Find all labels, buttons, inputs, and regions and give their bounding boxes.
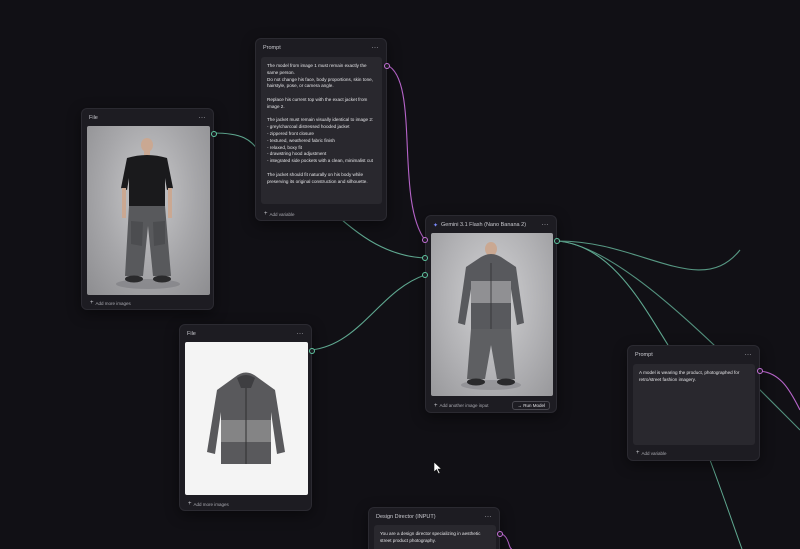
run-model-button[interactable]: → Run Model [512, 401, 550, 410]
node-title: Prompt [263, 45, 281, 51]
node-menu-icon[interactable]: ⋯ [542, 222, 550, 229]
node-header[interactable]: Prompt ⋯ [256, 39, 386, 57]
jacket-icon [207, 372, 285, 464]
prompt-node-2[interactable]: Prompt ⋯ A model is wearing the product,… [627, 345, 763, 461]
file-node-2[interactable]: File ⋯ + Add more images [179, 324, 315, 511]
add-more-images-label: Add more images [95, 300, 131, 306]
output-port[interactable] [309, 348, 315, 354]
image-input-port-2[interactable] [422, 272, 428, 278]
node-header[interactable]: ✦ Gemini 3.1 Flash (Nano Banana 2) ⋯ [426, 216, 556, 234]
wire-gemini-to-right [556, 240, 741, 271]
node-menu-icon[interactable]: ⋯ [199, 115, 207, 122]
node-title: Gemini 3.1 Flash (Nano Banana 2) [441, 222, 527, 228]
mouse-cursor-icon [433, 461, 443, 475]
node-menu-icon[interactable]: ⋯ [745, 352, 753, 359]
node-menu-icon[interactable]: ⋯ [297, 331, 305, 338]
add-image-input-label: Add another image input [439, 403, 489, 408]
wire-prompt1-to-gemini [386, 64, 426, 241]
add-variable-label: Add variable [269, 211, 295, 217]
file-node-1[interactable]: File ⋯ + Add more images [81, 108, 217, 310]
wire-file2-to-gemini [310, 274, 426, 351]
node-footer: + Add another image input → Run Model [428, 400, 556, 411]
director-textarea[interactable]: You are a design director specializing i… [374, 525, 496, 549]
node-title-group: ✦ Gemini 3.1 Flash (Nano Banana 2) [433, 222, 526, 229]
node-footer: + Add more images [182, 499, 311, 509]
add-more-images-link[interactable]: + Add more images [188, 501, 229, 507]
output-port[interactable] [757, 368, 763, 374]
node-title: Prompt [635, 352, 653, 358]
add-variable-link[interactable]: + Add variable [264, 211, 295, 217]
node-menu-icon[interactable]: ⋯ [372, 45, 380, 52]
design-director-node[interactable]: Design Director (INPUT) ⋯ You are a desi… [368, 507, 503, 549]
output-port[interactable] [497, 531, 503, 537]
node-header[interactable]: Design Director (INPUT) ⋯ [369, 508, 499, 526]
plus-icon: + [188, 501, 192, 507]
wire-prompt2-out [758, 370, 800, 411]
node-footer: + Add variable [258, 209, 386, 219]
plus-icon: + [636, 450, 640, 456]
generated-figure-icon [458, 242, 524, 390]
node-title: File [89, 115, 98, 121]
add-variable-label: Add variable [641, 450, 667, 456]
model-photo [87, 126, 210, 295]
generated-image [431, 233, 553, 396]
run-model-label: Run Model [523, 403, 545, 408]
node-header[interactable]: File ⋯ [82, 109, 213, 127]
gemini-sparkle-icon: ✦ [433, 222, 439, 229]
output-port[interactable] [384, 63, 390, 69]
gemini-model-node[interactable]: ✦ Gemini 3.1 Flash (Nano Banana 2) ⋯ + A… [422, 215, 560, 413]
prompt-node-1[interactable]: Prompt ⋯ The model from image 1 must rem… [255, 38, 390, 221]
workflow-canvas[interactable]: File ⋯ + Add more images Prompt ⋯ The mo… [0, 0, 800, 549]
output-port[interactable] [554, 238, 560, 244]
plus-icon: + [434, 402, 438, 409]
output-port[interactable] [211, 131, 217, 137]
add-more-images-label: Add more images [193, 501, 229, 507]
add-variable-link[interactable]: + Add variable [636, 450, 667, 456]
prompt-textarea[interactable]: The model from image 1 must remain exact… [261, 57, 382, 204]
plus-icon: + [90, 300, 94, 306]
node-title: File [187, 331, 196, 337]
add-image-input-link[interactable]: + Add another image input [434, 403, 489, 409]
run-arrow-icon: → [517, 403, 522, 408]
jacket-photo [185, 342, 308, 495]
image-input-port-1[interactable] [422, 255, 428, 261]
plus-icon: + [264, 211, 268, 217]
node-header[interactable]: Prompt ⋯ [628, 346, 759, 364]
wire-gemini-to-prompt2 [556, 240, 669, 346]
wire-down-1 [709, 459, 743, 549]
node-menu-icon[interactable]: ⋯ [485, 514, 493, 521]
node-footer: + Add variable [630, 448, 759, 458]
prompt-input-port[interactable] [422, 237, 428, 243]
add-more-images-link[interactable]: + Add more images [90, 300, 131, 306]
node-header[interactable]: File ⋯ [180, 325, 311, 343]
model-figure-icon [116, 138, 180, 289]
node-title: Design Director (INPUT) [376, 514, 436, 520]
node-footer: + Add more images [84, 298, 213, 308]
prompt-textarea[interactable]: A model is wearing the product, photogra… [633, 364, 755, 445]
